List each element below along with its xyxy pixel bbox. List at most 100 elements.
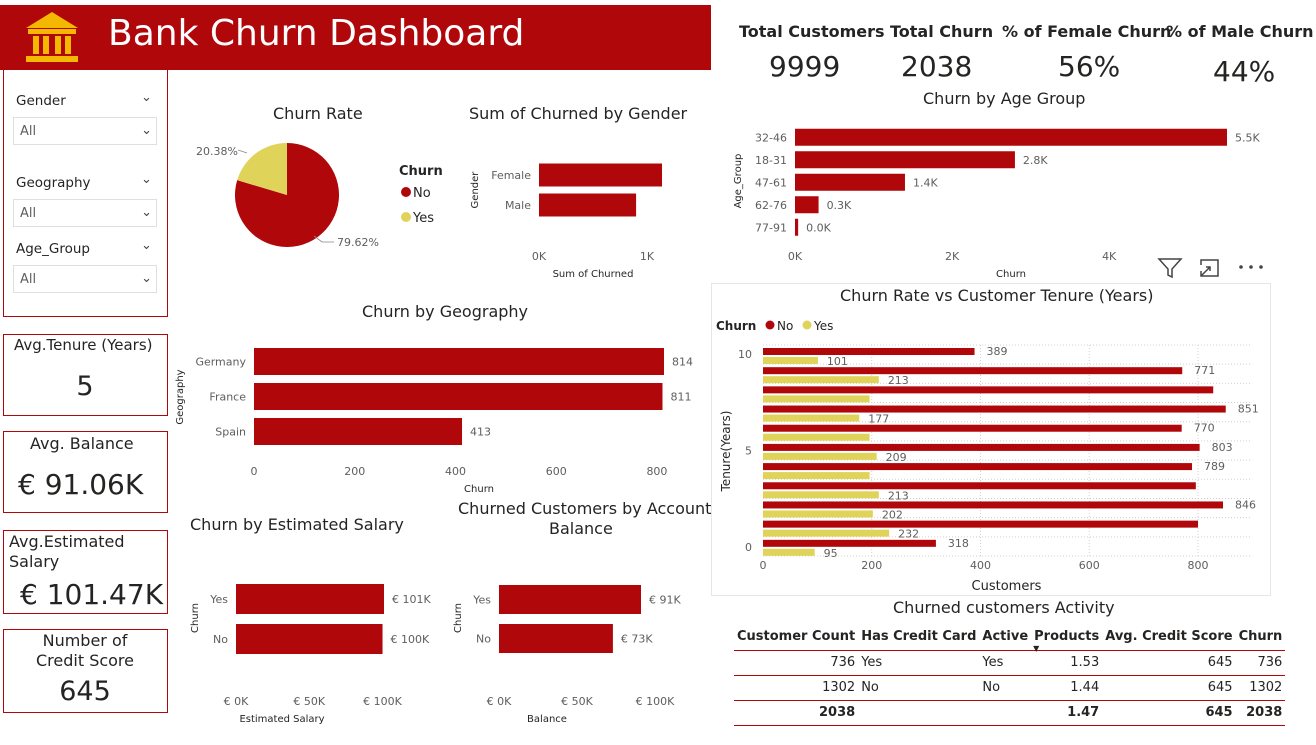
tick-label: France: [209, 391, 246, 404]
tick-label: 0K: [532, 250, 547, 263]
tick-label: Female: [491, 169, 531, 182]
data-label: 101: [827, 355, 848, 368]
column-header[interactable]: Customer Count: [734, 624, 858, 650]
table-cell: Yes: [858, 649, 980, 675]
tick-label: 600: [546, 465, 567, 478]
legend-label: Yes: [412, 211, 434, 226]
data-label: 811: [670, 391, 691, 404]
bar: [795, 196, 819, 214]
legend-marker: [401, 187, 411, 197]
data-label: 2.8K: [1023, 154, 1048, 167]
bar-yes: [763, 452, 877, 460]
tick-label: 0: [760, 559, 767, 572]
table-cell: Yes: [979, 649, 1032, 675]
bar-yes: [763, 510, 873, 518]
axis-title: Churn: [464, 484, 494, 495]
table-cell: 1302: [1235, 674, 1286, 700]
tick-label: 200: [861, 559, 882, 572]
table-cell: No: [979, 674, 1032, 700]
tick-label: 47-61: [755, 176, 787, 189]
tick-label: 0K: [788, 250, 803, 263]
table-cell: [979, 699, 1032, 726]
data-label: 0.3K: [827, 199, 852, 212]
tick-label: Yes: [472, 594, 491, 607]
data-label: 213: [888, 489, 909, 502]
table-cell: [858, 699, 980, 726]
bar-no: [763, 501, 1224, 509]
data-label: 79.62%: [337, 236, 379, 249]
data-label: 232: [898, 528, 919, 541]
data-label: 1.4K: [913, 176, 938, 189]
data-label: 318: [948, 537, 969, 550]
bar: [254, 418, 463, 445]
bar-no: [763, 539, 936, 547]
table-cell: 645: [1102, 674, 1236, 700]
tick-label: 800: [646, 465, 667, 478]
bar-no: [763, 348, 975, 355]
axis-title: Sum of Churned: [553, 269, 634, 280]
data-label: 202: [882, 508, 903, 521]
data-label: 803: [1212, 441, 1233, 454]
tick-label: Male: [505, 199, 531, 212]
tick-label: 32-46: [755, 131, 787, 144]
data-label: 770: [1194, 422, 1215, 435]
axis-title: Churn: [996, 269, 1026, 280]
bar: [539, 163, 663, 187]
legend-label: No: [777, 319, 793, 333]
column-header[interactable]: Has Credit Card: [858, 624, 979, 650]
data-label: 213: [888, 374, 909, 387]
tick-label: € 0K: [487, 695, 512, 708]
bar: [795, 173, 905, 191]
table-cell: 2038: [1235, 699, 1286, 726]
bar-no: [763, 424, 1182, 432]
data-label: 851: [1238, 403, 1259, 416]
data-label: 5.5K: [1235, 131, 1260, 144]
column-header[interactable]: Avg. Credit Score: [1102, 624, 1235, 650]
column-header[interactable]: Churn: [1236, 624, 1286, 650]
data-label: € 101K: [392, 593, 431, 606]
bar-yes: [763, 395, 870, 403]
axis-title: Churn: [453, 603, 464, 633]
tick-label: 1K: [640, 250, 655, 263]
bar: [499, 585, 641, 614]
table-cell: 1.53: [1031, 649, 1103, 675]
table-cell: 1302: [734, 674, 859, 700]
tick-label: 400: [970, 559, 991, 572]
axis-title: Churn: [190, 603, 201, 633]
axis-title: Gender: [470, 171, 481, 209]
data-label: 413: [470, 426, 491, 439]
tick-label: 400: [445, 465, 466, 478]
bar: [236, 624, 383, 654]
column-header[interactable]: Active: [979, 624, 1031, 650]
data-label: 0.0K: [806, 221, 831, 234]
axis-title: Tenure(Years): [719, 411, 733, 493]
table-row: 736 Yes Yes 1.53 645 736: [734, 649, 1286, 675]
bar-yes: [763, 433, 870, 441]
legend-marker: [401, 212, 411, 222]
activity-table: Customer Count Has Credit Card Active Pr…: [734, 624, 1286, 726]
bar: [539, 193, 637, 217]
bar-no: [763, 463, 1193, 471]
bar-no: [763, 405, 1226, 413]
data-label: 846: [1235, 498, 1256, 511]
tick-label: 600: [1079, 559, 1100, 572]
tick-label: 4K: [1102, 250, 1117, 263]
axis-title: Geography: [175, 369, 186, 424]
tick-label: 2K: [945, 250, 960, 263]
axis-title: Age_Group: [733, 154, 744, 209]
bar-yes: [763, 548, 815, 556]
bar: [795, 218, 799, 236]
tick-label: 18-31: [755, 154, 787, 167]
data-label: € 100K: [391, 633, 430, 646]
data-label: 771: [1194, 364, 1215, 377]
legend-title: Churn: [399, 164, 443, 179]
tick-label: Germany: [195, 356, 246, 369]
tick-label: € 100K: [363, 695, 402, 708]
table-cell: 2038: [734, 699, 859, 726]
table-cell: 645: [1102, 649, 1236, 675]
legend-marker: [765, 320, 775, 330]
bar: [795, 151, 1015, 169]
tick-label: Yes: [209, 593, 228, 606]
bar-yes: [763, 376, 879, 384]
column-header-products[interactable]: Products ▼: [1031, 624, 1102, 653]
